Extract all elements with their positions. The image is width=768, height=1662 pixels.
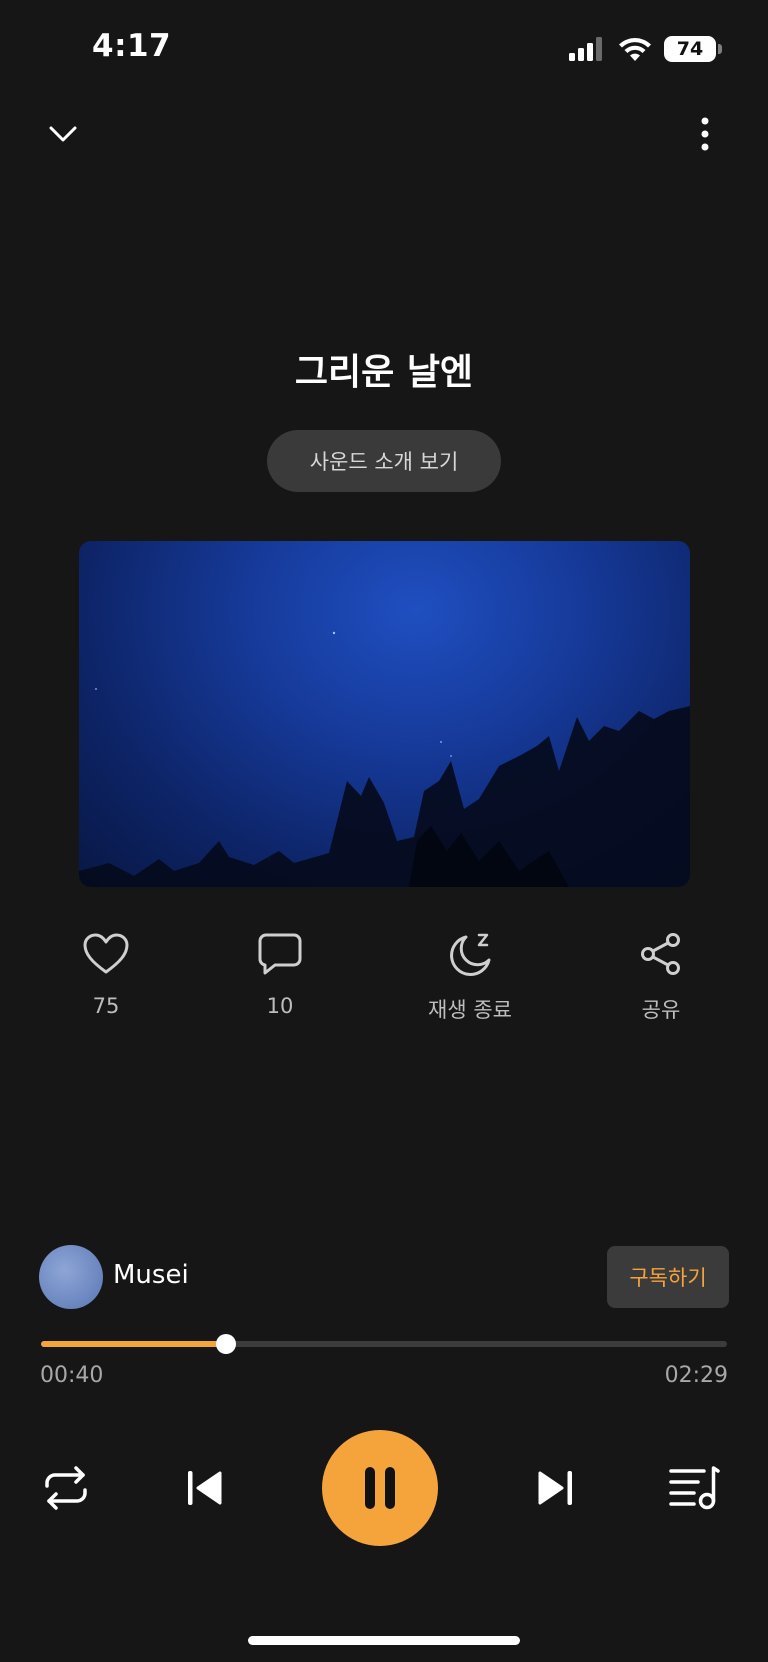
more-options-button[interactable]	[675, 104, 735, 164]
total-duration: 02:29	[664, 1363, 728, 1388]
sleep-timer-label: 재생 종료	[428, 998, 512, 1022]
heart-icon	[83, 933, 129, 974]
collapse-button[interactable]	[33, 104, 93, 164]
subscribe-button[interactable]: 구독하기	[607, 1246, 729, 1308]
chevron-down-icon	[49, 126, 77, 142]
track-title: 그리운 날엔	[294, 352, 474, 393]
repeat-icon	[45, 1466, 87, 1510]
album-artwork	[79, 541, 690, 887]
more-vertical-icon	[701, 117, 709, 151]
signal-icon	[569, 37, 602, 61]
battery-indicator: 74	[664, 36, 722, 62]
night-sky-trees-image	[79, 631, 690, 887]
progress-fill	[41, 1341, 227, 1347]
pause-icon	[365, 1467, 395, 1509]
playlist-button[interactable]	[666, 1462, 722, 1514]
status-time: 4:17	[92, 28, 172, 64]
like-action[interactable]: 75	[46, 932, 166, 1018]
pause-button[interactable]	[322, 1430, 438, 1546]
share-icon	[641, 933, 680, 975]
next-button[interactable]	[530, 1463, 580, 1513]
like-count: 75	[92, 994, 120, 1018]
progress-handle[interactable]	[216, 1334, 237, 1354]
elapsed-time: 00:40	[40, 1363, 104, 1388]
repeat-button[interactable]	[36, 1460, 96, 1516]
previous-button[interactable]	[180, 1463, 230, 1513]
sleep-timer-action[interactable]: 재생 종료	[410, 932, 530, 1024]
share-action[interactable]: 공유	[601, 932, 721, 1024]
skip-previous-icon	[188, 1471, 222, 1505]
wifi-icon	[619, 37, 651, 61]
sound-intro-button[interactable]: 사운드 소개 보기	[267, 430, 501, 492]
artist-name[interactable]: Musei	[113, 1260, 189, 1290]
home-indicator[interactable]	[248, 1636, 520, 1645]
comment-action[interactable]: 10	[220, 932, 340, 1018]
skip-next-icon	[538, 1471, 572, 1505]
progress-bar[interactable]	[41, 1334, 727, 1354]
status-icons: 74	[568, 36, 722, 62]
moon-icon	[450, 933, 491, 976]
share-label: 공유	[641, 998, 681, 1022]
comment-icon	[258, 933, 302, 975]
comment-count: 10	[266, 994, 294, 1018]
playlist-icon	[669, 1466, 720, 1510]
artist-avatar[interactable]	[39, 1245, 103, 1309]
